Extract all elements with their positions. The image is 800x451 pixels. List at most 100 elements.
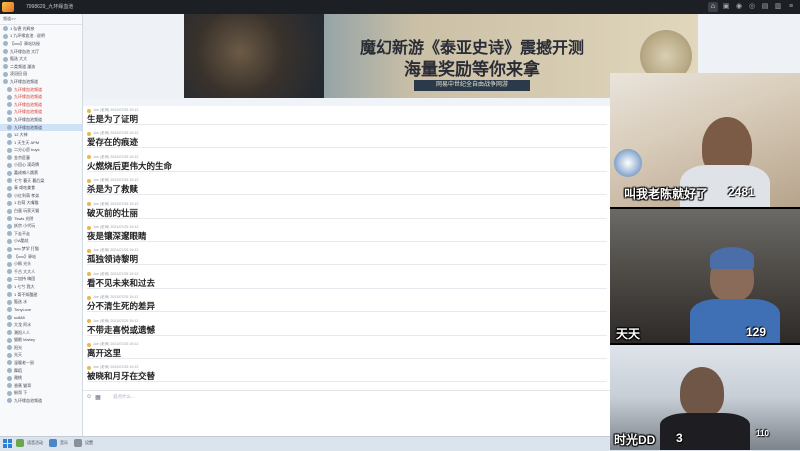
sidebar-item[interactable]: sc888 <box>0 314 82 322</box>
title-bar: 7998629_九环缘血池 ⌂ ▣ ◉ ◎ ▤ ▥ ≡ <box>0 0 800 14</box>
sidebar-item[interactable]: 揪哥 下 <box>0 390 82 398</box>
sidebar-item[interactable]: TonyLove <box>0 306 82 314</box>
sidebar-item[interactable]: 阳光 <box>0 344 82 352</box>
message-meta-text: Joe (老师) 2021/07/25 19:12 <box>93 295 139 300</box>
sidebar-item-label: 青 咸吃美食 <box>14 185 36 191</box>
avatar[interactable] <box>87 295 91 300</box>
avatar[interactable] <box>87 155 91 160</box>
sidebar-item[interactable]: 九环缘血池频道 <box>0 123 82 132</box>
user-icon <box>7 299 12 305</box>
sidebar-item[interactable]: 潮阳人人 <box>0 329 82 337</box>
sidebar-item-label: 九环缘血池频道 <box>14 397 42 403</box>
sidebar-item[interactable]: 1 天生天 APM <box>0 139 82 147</box>
sidebar-item[interactable]: 1 九环缘血池 · 说明 <box>0 33 82 41</box>
sidebar-item[interactable]: 嘉成喊人跳票 <box>0 169 82 177</box>
start-icon[interactable] <box>3 439 12 448</box>
sidebar-item[interactable]: 九环缘血池频道 <box>0 101 82 109</box>
avatar[interactable] <box>87 272 91 277</box>
sidebar-item[interactable]: 千古 大大人 <box>0 268 82 276</box>
sidebar-item[interactable]: 【xxx】驿站坊秘 <box>0 40 82 48</box>
sidebar-item[interactable]: 小A酷炫 <box>0 238 82 246</box>
user-icon <box>7 337 12 343</box>
sidebar-item[interactable]: 凌冠田 园 <box>0 71 82 79</box>
avatar[interactable] <box>87 365 91 370</box>
chat-panel[interactable]: Joe (老师) 2021/07/25 19:12 生是为了证明 Joe (老师) … <box>83 98 610 390</box>
sidebar-item[interactable]: 二分心愿 boys <box>0 147 82 155</box>
sidebar-item[interactable]: 下走不走 <box>0 230 82 238</box>
sidebar-item[interactable]: 大龙 阿水 <box>0 321 82 329</box>
image-icon[interactable]: ▦ <box>95 394 101 401</box>
message-text: 分不清生死的差异 <box>87 301 156 312</box>
sidebar-item[interactable]: 舞蹈 <box>0 367 82 375</box>
sidebar-item-label: 阳光 <box>14 344 22 350</box>
avatar[interactable] <box>87 131 91 136</box>
sidebar-item[interactable]: 七兮 暮天 暮后梁 <box>0 177 82 185</box>
settings-icon[interactable] <box>74 439 82 447</box>
emoji-icon[interactable]: ☺ <box>86 394 92 401</box>
sidebar-item[interactable]: 金京匠童 <box>0 154 82 162</box>
sidebar-item[interactable]: 雅桃 <box>0 374 82 382</box>
music-icon[interactable] <box>49 439 57 447</box>
sidebar-item[interactable]: 1 弘德 光辉彦 <box>0 25 82 33</box>
avatar[interactable] <box>87 108 91 113</box>
sidebar-item[interactable]: 九环缘血池频道 <box>0 86 82 94</box>
sidebar-item-label: 小回心 滴奇牌 <box>14 162 40 168</box>
message-meta: Joe (老师) 2021/07/25 19:12 <box>87 225 607 230</box>
avatar[interactable] <box>87 342 91 347</box>
chat-input-area[interactable]: ☺ ▦ 说点什么... <box>83 390 610 437</box>
avatar[interactable] <box>87 248 91 253</box>
sidebar-item[interactable]: ooo 梦学 打猫 <box>0 245 82 253</box>
sidebar-item[interactable]: 【xxx】驿站 <box>0 253 82 261</box>
sidebar-item[interactable]: 九环缘血池频道 <box>0 397 82 405</box>
divider <box>87 381 607 383</box>
home-icon[interactable]: ⌂ <box>708 2 718 12</box>
user-icon <box>7 155 12 161</box>
chat-input[interactable]: 说点什么... <box>113 394 135 400</box>
sidebar-item[interactable]: 青 咸吃美食 <box>0 184 82 192</box>
sidebar-item[interactable]: 九环缘血池频道 <box>0 93 82 101</box>
taskbar-item-voice[interactable]: 语音活动 <box>27 440 43 446</box>
sidebar-item[interactable]: Tkwls 光阴 <box>0 215 82 223</box>
sidebar-item[interactable]: 白蛋 玩家天猫 <box>0 207 82 215</box>
sidebar-header[interactable]: 频道>> <box>0 14 82 25</box>
sidebar-item[interactable]: 1 七兮 我大 <box>0 283 82 291</box>
avatar[interactable] <box>87 319 91 324</box>
gamepad-2-icon[interactable]: ◎ <box>747 2 757 12</box>
avatar[interactable] <box>87 178 91 183</box>
sidebar-item[interactable]: 甄选 大大 <box>0 55 82 63</box>
sidebar-item[interactable]: 小枫 光头 <box>0 260 82 268</box>
mic-icon[interactable] <box>16 439 24 447</box>
sidebar-item[interactable]: 小红利萌 孝弟 <box>0 192 82 200</box>
message-meta-text: Joe (老师) 2021/07/25 19:12 <box>93 271 139 276</box>
menu-icon[interactable]: ≡ <box>786 2 796 12</box>
sidebar-item[interactable]: 二类频道 潘洛 <box>0 63 82 71</box>
avatar[interactable] <box>87 202 91 207</box>
shirt-icon[interactable]: ▣ <box>721 2 731 12</box>
sidebar-item[interactable]: 香蕉 猫哥 <box>0 382 82 390</box>
sidebar-item[interactable]: 猫眼 Mahey <box>0 336 82 344</box>
sidebar-item[interactable]: 1 哥不知酸甜 <box>0 291 82 299</box>
sidebar-item[interactable]: 光天 <box>0 352 82 360</box>
gift-icon[interactable]: ▤ <box>760 2 770 12</box>
sidebar-item[interactable]: 九环缘血池频道 <box>0 109 82 117</box>
sidebar-item[interactable]: 九环缘血池 大厅 <box>0 48 82 56</box>
chart-icon[interactable]: ▥ <box>773 2 783 12</box>
gamepad-icon[interactable]: ◉ <box>734 2 744 12</box>
chat-message: Joe (老师) 2021/07/25 19:12 看不见未来和过去 <box>87 272 607 289</box>
avatar[interactable] <box>87 225 91 230</box>
sidebar-item[interactable]: 妖宗 小代玩 <box>0 222 82 230</box>
divider <box>87 170 607 172</box>
sidebar-item-label: 温暖老一鼠 <box>14 359 34 365</box>
user-icon <box>7 147 12 153</box>
sidebar-item[interactable]: 甄选 水 <box>0 298 82 306</box>
sidebar-item[interactable]: 温暖老一鼠 <box>0 359 82 367</box>
taskbar-item-settings[interactable]: 设置 <box>85 440 93 446</box>
taskbar-item-music[interactable]: 音乐 <box>60 440 68 446</box>
sidebar-item[interactable]: 九环缘血池频道 <box>0 116 82 124</box>
user-icon <box>7 322 12 328</box>
sidebar-item[interactable]: 九环缘血池频道 <box>0 78 82 86</box>
sidebar-item[interactable]: 12 大神 <box>0 131 82 139</box>
sidebar-item[interactable]: 1 右萌 大嘴猫 <box>0 200 82 208</box>
sidebar-item[interactable]: 小回心 滴奇牌 <box>0 162 82 170</box>
sidebar-item[interactable]: 二加持 嗨团 <box>0 276 82 284</box>
